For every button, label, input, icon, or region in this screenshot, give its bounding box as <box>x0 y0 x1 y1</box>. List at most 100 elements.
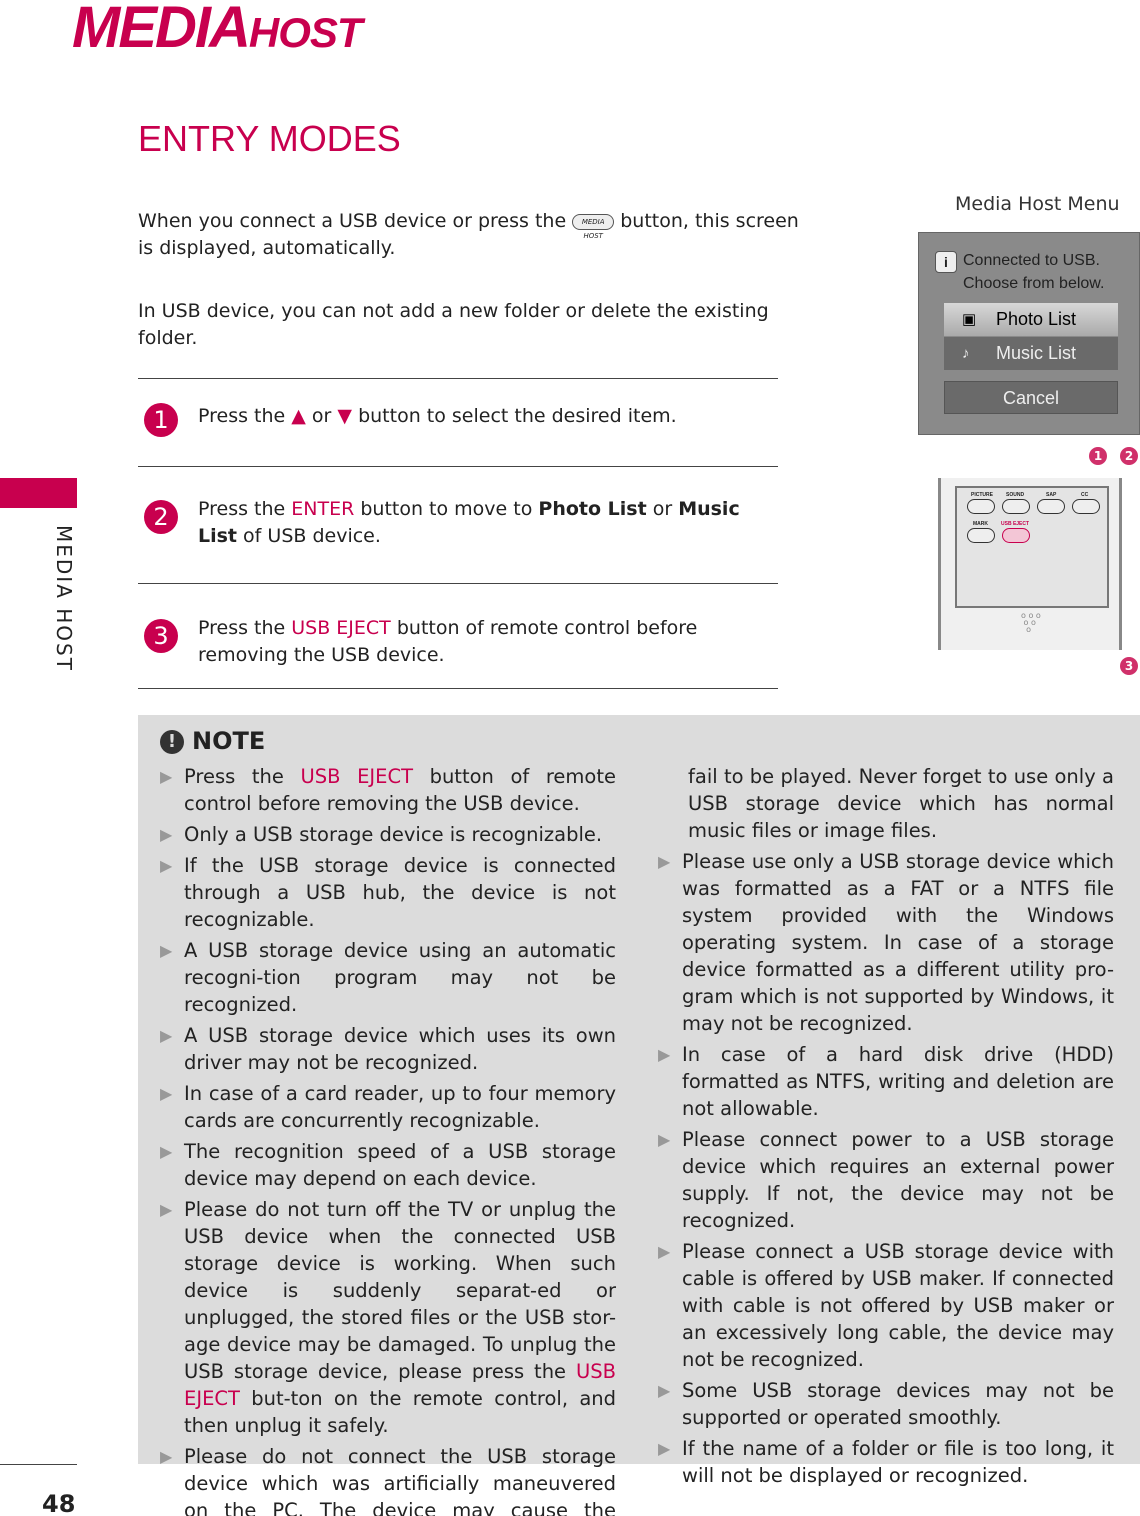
step-text: Press the USB EJECT button of remote con… <box>198 615 778 669</box>
menu-item-photo-list[interactable]: ▣ Photo List <box>944 303 1118 336</box>
usb-folder-note: In USB device, you can not add a new fol… <box>138 300 769 349</box>
speaker-dots: o o o o o o <box>1021 611 1041 634</box>
note-item: ▶ Press the USB EJECT button of remote co… <box>160 763 616 817</box>
media-host-menu: i Connected to USB. Choose from below. ▣ P… <box>918 232 1140 435</box>
page-number: 48 <box>42 1490 76 1516</box>
footer-divider <box>0 1464 77 1465</box>
note-item: ▶ If the name of a folder or file is too … <box>658 1435 1114 1489</box>
exclamation-icon: ! <box>160 730 184 754</box>
note-item: ▶ The recognition speed of a USB storage … <box>160 1138 616 1192</box>
text-run: button to select the desired item. <box>352 405 677 427</box>
bold-term: Photo List <box>538 498 647 520</box>
step-number: 1 <box>144 403 178 437</box>
note-item: ▶ A USB storage device using an automatic… <box>160 937 616 1018</box>
menu-caption: Media Host Menu <box>955 193 1120 215</box>
text-run: Press the <box>184 765 301 788</box>
bullet-arrow-icon: ▶ <box>658 1242 671 1261</box>
bullet-arrow-icon: ▶ <box>658 1045 671 1064</box>
text-run: Please do not connect the USB storage de… <box>184 1445 616 1516</box>
photo-icon: ▣ <box>962 311 977 328</box>
bullet-arrow-icon: ▶ <box>658 1381 671 1400</box>
cc-button[interactable] <box>1072 499 1100 514</box>
bullet-arrow-icon: ▶ <box>160 1084 173 1103</box>
note-item: ▶ Please connect a USB storage device wit… <box>658 1238 1114 1373</box>
text-run: Please connect power to a USB storage de… <box>682 1128 1114 1232</box>
text-run: fail to be played. Never forget to use o… <box>688 765 1114 842</box>
step-marker: 3 <box>1120 657 1138 675</box>
note-item: ▶ Please use only a USB storage device wh… <box>658 848 1114 1037</box>
note-item: ▶ In case of a hard disk drive (HDD) form… <box>658 1041 1114 1122</box>
text-run: Please do not turn off the TV or unplug … <box>184 1198 616 1383</box>
text-run: Press the <box>198 617 292 639</box>
text-run: Press the <box>198 498 292 520</box>
note-heading: ! NOTE <box>160 727 265 755</box>
text-run: Press the <box>198 405 292 427</box>
note-item: fail to be played. Never forget to use o… <box>658 763 1114 844</box>
text-run: or <box>305 405 338 427</box>
text-run: A USB storage device using an automatic … <box>184 939 616 1016</box>
step-marker: 2 <box>1120 447 1138 465</box>
divider <box>138 688 778 689</box>
note-item: ▶ A USB storage device which uses its own… <box>160 1022 616 1076</box>
note-column-right: fail to be played. Never forget to use o… <box>658 763 1114 1493</box>
note-item: ▶ In case of a card reader, up to four me… <box>160 1080 616 1134</box>
info-icon: i <box>935 251 957 273</box>
bullet-arrow-icon: ▶ <box>658 852 671 871</box>
text-run: The recognition speed of a USB storage d… <box>184 1140 616 1190</box>
note-item: ▶ If the USB storage device is connected … <box>160 852 616 933</box>
bullet-arrow-icon: ▶ <box>160 1447 173 1466</box>
bullet-arrow-icon: ▶ <box>160 825 173 844</box>
text-run: button to move to <box>354 498 539 520</box>
bullet-arrow-icon: ▶ <box>160 1026 173 1045</box>
note-item: ▶ Please do not connect the USB storage d… <box>160 1443 616 1516</box>
note-column-left: ▶ Press the USB EJECT button of remote co… <box>160 763 616 1516</box>
step-number: 2 <box>144 500 178 534</box>
usb-eject-button[interactable] <box>1002 528 1030 543</box>
text-run: In case of a hard disk drive (HDD) forma… <box>682 1043 1114 1120</box>
step-text: Press the ENTER button to move to Photo … <box>198 496 778 550</box>
note-item: ▶ Please connect power to a USB storage d… <box>658 1126 1114 1234</box>
music-note-icon: ♪ <box>962 345 970 362</box>
note-box: ! NOTE ▶ Press the USB EJECT button of rem… <box>138 715 1140 1516</box>
bullet-arrow-icon: ▶ <box>160 1200 173 1219</box>
section-tab <box>0 478 77 508</box>
sap-button[interactable] <box>1037 499 1065 514</box>
text-run: of USB device. <box>237 525 381 547</box>
manual-page: MEDIAHOST MEDIA HOST 48 ENTRY MODES When… <box>0 0 1140 1516</box>
sound-button[interactable] <box>1002 499 1030 514</box>
cancel-button[interactable]: Cancel <box>944 381 1118 414</box>
picture-button[interactable] <box>967 499 995 514</box>
remote-button-panel: PICTURE SOUND SAP CC MARK USB EJECT <box>955 486 1109 608</box>
mediahost-logo: MEDIAHOST <box>72 0 363 60</box>
divider <box>138 583 778 584</box>
bullet-arrow-icon: ▶ <box>160 941 173 960</box>
highlighted-term: USB EJECT <box>300 765 413 788</box>
note-item: ▶ Only a USB storage device is recognizab… <box>160 821 616 848</box>
bullet-arrow-icon: ▶ <box>160 1142 173 1161</box>
highlighted-term: ▼ <box>337 405 353 427</box>
note-item: ▶ Please do not turn off the TV or unplug… <box>160 1196 616 1439</box>
page-title: ENTRY MODES <box>138 118 401 159</box>
text-run: In case of a card reader, up to four mem… <box>184 1082 616 1132</box>
step-marker: 1 <box>1089 447 1107 465</box>
note-item: ▶ Some USB storage devices may not be sup… <box>658 1377 1114 1431</box>
step-text: Press the ▲ or ▼ button to select the de… <box>198 403 778 430</box>
highlighted-term: ▲ <box>291 405 306 427</box>
text-run: Please connect a USB storage device with… <box>682 1240 1114 1371</box>
menu-message: Connected to USB. Choose from below. <box>963 252 1105 292</box>
step-number: 3 <box>144 619 178 653</box>
text-run: If the USB storage device is connected t… <box>184 854 616 931</box>
text-run: Please use only a USB storage device whi… <box>682 850 1114 1035</box>
text-run: If the name of a folder or file is too l… <box>682 1437 1114 1487</box>
menu-item-music-list[interactable]: ♪ Music List <box>944 337 1118 370</box>
bullet-arrow-icon: ▶ <box>160 856 173 875</box>
text-run: or <box>646 498 679 520</box>
media-host-button-icon: MEDIA HOST <box>572 213 615 240</box>
text-run: Some USB storage devices may not be supp… <box>682 1379 1114 1429</box>
highlighted-term: USB EJECT <box>291 617 391 639</box>
divider <box>138 466 778 467</box>
bullet-arrow-icon: ▶ <box>658 1439 671 1458</box>
divider <box>138 378 778 379</box>
bullet-arrow-icon: ▶ <box>160 767 173 786</box>
mark-button[interactable] <box>967 528 995 543</box>
